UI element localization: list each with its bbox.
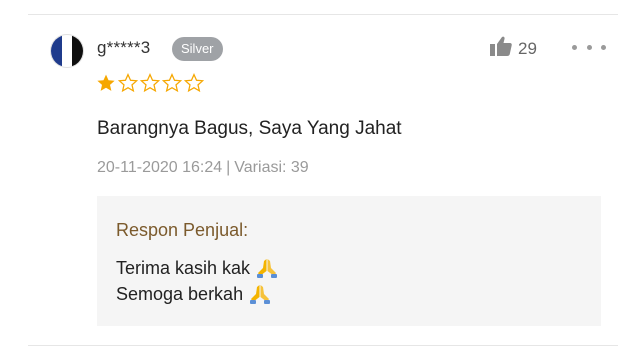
like-count: 29 — [518, 38, 537, 58]
seller-response-line-2: Semoga berkah — [116, 283, 271, 305]
more-dot — [572, 44, 577, 50]
star-icon — [97, 74, 115, 91]
star-icon — [118, 73, 138, 93]
reviewer-username: g*****3 — [97, 38, 151, 57]
review-card: g*****3 Silver 29 Barangnya Bagus, Saya … — [0, 0, 640, 360]
meta-separator: | — [226, 159, 231, 176]
more-options-icon[interactable] — [572, 36, 606, 58]
response-line-1-text: Terima kasih kak — [116, 257, 251, 278]
top-divider — [28, 14, 618, 15]
avatar-left-band — [51, 35, 62, 67]
review-meta: 20-11-2020 16:24 | Variasi: 39 — [97, 159, 309, 177]
review-text: Barangnya Bagus, Saya Yang Jahat — [97, 118, 402, 139]
more-dot — [586, 44, 592, 50]
bottom-divider — [28, 345, 618, 346]
seller-response-title: Respon Penjual: — [116, 220, 249, 240]
more-dot — [601, 44, 606, 50]
star-icon — [140, 73, 160, 93]
avatar-right-band — [72, 35, 83, 67]
star-rating — [96, 73, 204, 93]
like-button[interactable]: 29 — [490, 36, 537, 61]
praying-hands-icon — [256, 257, 278, 279]
response-line-2-text: Semoga berkah — [116, 283, 244, 304]
review-date: 20-11-2020 16:24 — [97, 159, 223, 176]
star-icon — [184, 73, 204, 93]
review-variant: Variasi: 39 — [234, 159, 309, 176]
membership-badge: Silver — [172, 37, 223, 61]
seller-response-line-1: Terima kasih kak — [116, 257, 278, 279]
seller-response-box: Respon Penjual: Terima kasih kak Semoga … — [97, 196, 601, 326]
thumbs-up-icon — [490, 36, 512, 61]
star-icon — [162, 73, 182, 93]
avatar[interactable] — [50, 34, 84, 68]
praying-hands-icon — [249, 283, 271, 305]
